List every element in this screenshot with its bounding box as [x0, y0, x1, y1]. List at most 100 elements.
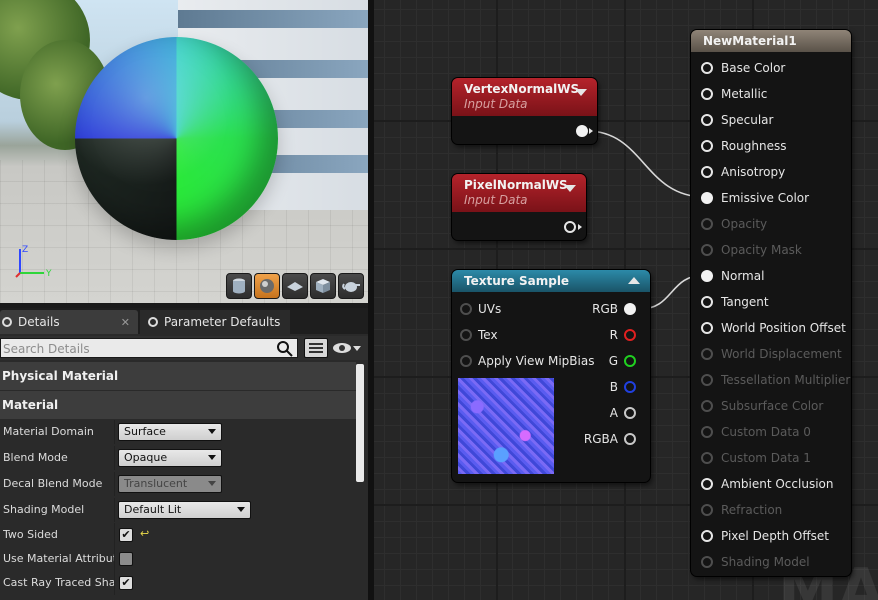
property-matrix-button[interactable] — [304, 338, 328, 358]
material-input-custom-data-1: Custom Data 1 — [701, 448, 811, 468]
tab-parameter-defaults[interactable]: Parameter Defaults — [140, 310, 290, 334]
material-input-label: World Displacement — [721, 347, 842, 361]
use-material-attributes-checkbox[interactable] — [119, 552, 133, 566]
prop-shading-model: Shading Model Default Lit — [0, 498, 356, 522]
node-subtitle: Input Data — [464, 193, 528, 207]
input-pin[interactable] — [701, 166, 713, 178]
axis-gizmo-icon: Z Y — [15, 245, 52, 279]
node-material-result[interactable]: NewMaterial1 Base Color Metallic Specular R… — [691, 30, 851, 576]
material-input-specular[interactable]: Specular — [701, 110, 773, 130]
teapot-icon[interactable] — [338, 273, 364, 299]
input-pin[interactable] — [701, 478, 713, 490]
input-apply-view-mipbias[interactable]: Apply View MipBias — [460, 351, 594, 371]
material-domain-select[interactable]: Surface — [118, 423, 222, 441]
eye-icon[interactable] — [332, 340, 362, 356]
cast-ray-traced-shadows-checkbox[interactable]: ✔ — [119, 576, 133, 590]
input-pin — [701, 426, 713, 438]
output-b[interactable]: B — [610, 377, 640, 397]
input-pin[interactable] — [701, 140, 713, 152]
output-pin[interactable] — [576, 125, 588, 137]
material-input-label: Ambient Occlusion — [721, 477, 834, 491]
tab-details-label: Details — [18, 315, 60, 329]
input-pin[interactable] — [701, 114, 713, 126]
material-input-label: Shading Model — [721, 555, 810, 569]
material-input-label: Anisotropy — [721, 165, 786, 179]
material-input-tessellation-multiplier: Tessellation Multiplier — [701, 370, 850, 390]
input-pin — [701, 348, 713, 360]
input-pin — [701, 504, 713, 516]
node-title: VertexNormalWS — [464, 82, 580, 96]
output-g[interactable]: G — [609, 351, 640, 371]
material-input-base-color[interactable]: Base Color — [701, 58, 785, 78]
sphere-icon[interactable] — [254, 273, 280, 299]
reset-to-default-icon[interactable]: ↩ — [140, 527, 149, 540]
output-rgb[interactable]: RGB — [592, 299, 640, 319]
details-search-input[interactable]: Search Details — [0, 338, 298, 358]
material-input-emissive-color[interactable]: Emissive Color — [701, 188, 809, 208]
blend-mode-select[interactable]: Opaque — [118, 449, 222, 467]
material-input-label: Tangent — [721, 295, 769, 309]
node-vertex-normal-ws[interactable]: VertexNormalWS Input Data — [452, 78, 597, 144]
category-material[interactable]: Material — [0, 391, 356, 419]
material-input-metallic[interactable]: Metallic — [701, 84, 767, 104]
input-tex[interactable]: Tex — [460, 325, 498, 345]
input-uvs[interactable]: UVs — [460, 299, 501, 319]
shading-model-select[interactable]: Default Lit — [118, 501, 251, 519]
input-pin[interactable] — [701, 530, 713, 542]
material-input-label: Emissive Color — [721, 191, 810, 205]
material-input-world-position-offset[interactable]: World Position Offset — [701, 318, 846, 338]
material-input-label: Pixel Depth Offset — [721, 529, 829, 543]
material-input-world-displacement: World Displacement — [701, 344, 842, 364]
cylinder-icon[interactable] — [226, 273, 252, 299]
material-input-custom-data-0: Custom Data 0 — [701, 422, 811, 442]
plane-icon[interactable] — [282, 273, 308, 299]
material-input-tangent[interactable]: Tangent — [701, 292, 769, 312]
material-input-label: Normal — [721, 269, 765, 283]
material-input-label: Opacity Mask — [721, 243, 802, 257]
material-preview-viewport[interactable]: Z Y — [0, 0, 368, 303]
input-pin[interactable] — [701, 270, 713, 282]
output-a[interactable]: A — [610, 403, 640, 423]
close-icon[interactable]: ✕ — [121, 316, 130, 329]
prop-use-material-attributes: Use Material Attributes — [0, 547, 356, 571]
input-pin[interactable] — [701, 88, 713, 100]
node-title: PixelNormalWS — [464, 178, 568, 192]
details-properties: Physical Material Material Material Doma… — [0, 362, 356, 600]
material-input-normal[interactable]: Normal — [701, 266, 764, 286]
collapse-arrow-icon[interactable] — [575, 89, 587, 96]
material-input-ambient-occlusion[interactable]: Ambient Occlusion — [701, 474, 833, 494]
material-input-subsurface-color: Subsurface Color — [701, 396, 823, 416]
material-input-pixel-depth-offset[interactable]: Pixel Depth Offset — [701, 526, 829, 546]
chevron-down-icon — [208, 429, 216, 434]
input-pin[interactable] — [701, 296, 713, 308]
node-pixel-normal-ws[interactable]: PixelNormalWS Input Data — [452, 174, 586, 240]
details-scrollbar[interactable] — [356, 364, 364, 482]
two-sided-checkbox[interactable]: ✔ — [119, 528, 133, 542]
output-rgba[interactable]: RGBA — [584, 429, 640, 449]
input-pin[interactable] — [701, 322, 713, 334]
material-input-label: World Position Offset — [721, 321, 846, 335]
output-pin[interactable] — [564, 221, 576, 233]
tab-details[interactable]: Details ✕ — [0, 310, 138, 334]
material-input-roughness[interactable]: Roughness — [701, 136, 786, 156]
search-icon[interactable] — [276, 340, 294, 358]
category-physical-material[interactable]: Physical Material — [0, 362, 356, 390]
preview-sphere — [75, 37, 278, 240]
prop-material-domain: Material Domain Surface — [0, 420, 356, 444]
node-title: NewMaterial1 — [703, 34, 797, 48]
input-pin[interactable] — [701, 192, 713, 204]
cube-icon[interactable] — [310, 273, 336, 299]
details-search-row: Search Details — [0, 336, 368, 360]
material-graph[interactable]: MAT VertexNormalWS Input Data PixelNorma… — [374, 0, 878, 600]
material-input-anisotropy[interactable]: Anisotropy — [701, 162, 785, 182]
material-input-shading-model: Shading Model — [701, 552, 810, 572]
material-input-label: Specular — [721, 113, 774, 127]
collapse-arrow-icon[interactable] — [628, 277, 640, 284]
output-r[interactable]: R — [610, 325, 640, 345]
input-pin[interactable] — [701, 62, 713, 74]
material-input-opacity: Opacity — [701, 214, 767, 234]
collapse-arrow-icon[interactable] — [564, 185, 576, 192]
chevron-down-icon — [208, 481, 216, 486]
node-texture-sample[interactable]: Texture Sample UVs Tex Apply View MipBia… — [452, 270, 650, 482]
tab-parameter-defaults-label: Parameter Defaults — [164, 315, 281, 329]
